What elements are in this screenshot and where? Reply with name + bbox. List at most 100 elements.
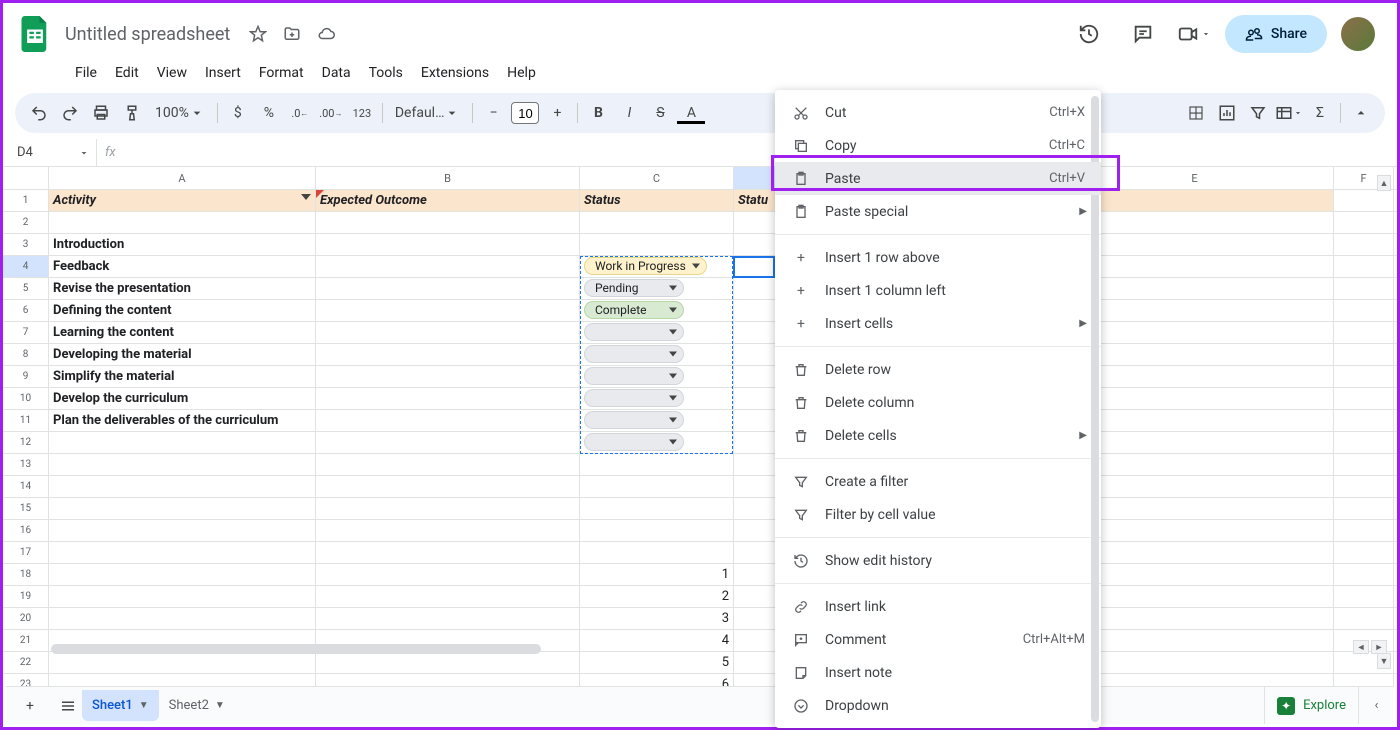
- menu-file[interactable]: File: [67, 61, 105, 85]
- scroll-right-icon[interactable]: ►: [1371, 640, 1387, 654]
- print-icon[interactable]: [87, 99, 115, 127]
- add-sheet-icon[interactable]: +: [16, 692, 44, 720]
- cell-border-icon[interactable]: [1182, 99, 1210, 127]
- menu-format[interactable]: Format: [251, 61, 312, 85]
- italic-icon[interactable]: I: [615, 99, 643, 127]
- paint-format-icon[interactable]: [118, 99, 146, 127]
- scroll-up-icon[interactable]: ▲: [1377, 175, 1391, 191]
- ctx-delete-col[interactable]: Delete column: [775, 386, 1101, 419]
- font-size-dec-icon[interactable]: −: [479, 99, 507, 127]
- cloud-status-icon[interactable]: [314, 22, 338, 46]
- menu-data[interactable]: Data: [314, 61, 359, 85]
- decimal-decrease-icon[interactable]: .0←: [286, 99, 314, 127]
- ctx-paste[interactable]: PasteCtrl+V: [775, 162, 1101, 195]
- cell[interactable]: Status: [580, 190, 734, 211]
- user-avatar[interactable]: [1341, 17, 1375, 51]
- meet-button[interactable]: [1177, 23, 1211, 45]
- comments-icon[interactable]: [1123, 14, 1163, 54]
- note-indicator-icon[interactable]: [316, 190, 324, 198]
- sheet-menu-icon[interactable]: ▼: [215, 700, 225, 711]
- table-view-icon[interactable]: [1275, 99, 1303, 127]
- ctx-cut[interactable]: CutCtrl+X: [775, 96, 1101, 129]
- scroll-down-icon[interactable]: ▼: [1377, 653, 1391, 669]
- status-chip[interactable]: Work in Progress: [584, 257, 707, 275]
- plus-icon: +: [791, 248, 811, 268]
- col-header-C[interactable]: C: [580, 167, 734, 189]
- col-header-A[interactable]: A: [49, 167, 316, 189]
- row-header[interactable]: 1: [3, 190, 49, 211]
- submenu-arrow-icon: ▶: [1079, 206, 1087, 217]
- scroll-left-icon[interactable]: ◄: [1353, 640, 1369, 654]
- doc-title[interactable]: Untitled spreadsheet: [59, 22, 236, 47]
- menu-view[interactable]: View: [149, 61, 195, 85]
- sheets-logo[interactable]: [15, 14, 55, 54]
- all-sheets-icon[interactable]: [54, 692, 82, 720]
- ctx-edit-history[interactable]: Show edit history: [775, 544, 1101, 577]
- ctx-insert-note[interactable]: Insert note: [775, 656, 1101, 689]
- ctx-delete-cells[interactable]: Delete cells▶: [775, 419, 1101, 452]
- ctx-insert-row[interactable]: +Insert 1 row above: [775, 241, 1101, 274]
- insert-chart-icon[interactable]: [1213, 99, 1241, 127]
- comment-icon: [791, 630, 811, 650]
- side-panel-toggle[interactable]: ‹: [1358, 687, 1394, 724]
- menu-insert[interactable]: Insert: [197, 61, 249, 85]
- decimal-increase-icon[interactable]: .00→: [317, 99, 345, 127]
- status-chip[interactable]: [584, 367, 684, 385]
- sheet-tab-2[interactable]: Sheet2▼: [159, 690, 235, 721]
- cell[interactable]: Activity: [49, 190, 316, 211]
- ctx-delete-row[interactable]: Delete row: [775, 353, 1101, 386]
- ctx-insert-col[interactable]: +Insert 1 column left: [775, 274, 1101, 307]
- move-icon[interactable]: [280, 22, 304, 46]
- ctx-comment[interactable]: CommentCtrl+Alt+M: [775, 623, 1101, 656]
- menu-extensions[interactable]: Extensions: [413, 61, 497, 85]
- functions-icon[interactable]: Σ: [1306, 99, 1334, 127]
- menu-edit[interactable]: Edit: [107, 61, 147, 85]
- ctx-copy[interactable]: CopyCtrl+C: [775, 129, 1101, 162]
- ctx-insert-cells[interactable]: +Insert cells▶: [775, 307, 1101, 340]
- text-color-icon[interactable]: A: [677, 99, 705, 127]
- font-size-input[interactable]: [511, 102, 539, 124]
- font-select[interactable]: Defaul…: [389, 105, 467, 121]
- font-size-inc-icon[interactable]: +: [543, 99, 571, 127]
- status-chip[interactable]: [584, 389, 684, 407]
- cell[interactable]: [1334, 190, 1394, 211]
- zoom-select[interactable]: 100%: [149, 105, 211, 121]
- status-chip[interactable]: Pending: [584, 279, 684, 297]
- explore-button[interactable]: ✦Explore: [1264, 687, 1358, 724]
- name-box[interactable]: D4: [11, 139, 97, 166]
- ctx-paste-special[interactable]: Paste special▶: [775, 195, 1101, 228]
- status-chip[interactable]: [584, 411, 684, 429]
- sheet-tab-1[interactable]: Sheet1▼: [82, 690, 159, 721]
- filter-dropdown-icon[interactable]: [301, 194, 311, 200]
- star-icon[interactable]: [246, 22, 270, 46]
- formula-bar[interactable]: [124, 139, 1397, 166]
- undo-icon[interactable]: [25, 99, 53, 127]
- cell[interactable]: Expected Outcome: [316, 190, 580, 211]
- col-header-B[interactable]: B: [316, 167, 580, 189]
- currency-icon[interactable]: $: [224, 99, 252, 127]
- horizontal-scrollbar[interactable]: [51, 644, 541, 654]
- toolbar-expand-icon[interactable]: [1347, 99, 1375, 127]
- strikethrough-icon[interactable]: S: [646, 99, 674, 127]
- status-chip[interactable]: [584, 323, 684, 341]
- spreadsheet-grid[interactable]: A B C D E F 1 Activity Expected Outcome …: [3, 167, 1397, 695]
- bold-icon[interactable]: B: [584, 99, 612, 127]
- history-icon[interactable]: [1069, 14, 1109, 54]
- format-number-icon[interactable]: 123: [348, 99, 376, 127]
- select-all-corner[interactable]: [3, 167, 49, 189]
- share-button[interactable]: Share: [1225, 15, 1327, 53]
- ctx-create-filter[interactable]: Create a filter: [775, 465, 1101, 498]
- sheet-menu-icon[interactable]: ▼: [139, 700, 149, 711]
- menu-help[interactable]: Help: [499, 61, 544, 85]
- ctx-filter-value[interactable]: Filter by cell value: [775, 498, 1101, 531]
- ctx-dropdown[interactable]: Dropdown: [775, 689, 1101, 722]
- menu-tools[interactable]: Tools: [361, 61, 411, 85]
- percent-icon[interactable]: %: [255, 99, 283, 127]
- filter-icon[interactable]: [1244, 99, 1272, 127]
- status-chip[interactable]: Complete: [584, 301, 684, 319]
- link-icon: [791, 597, 811, 617]
- status-chip[interactable]: [584, 433, 684, 451]
- redo-icon[interactable]: [56, 99, 84, 127]
- status-chip[interactable]: [584, 345, 684, 363]
- ctx-insert-link[interactable]: Insert link: [775, 590, 1101, 623]
